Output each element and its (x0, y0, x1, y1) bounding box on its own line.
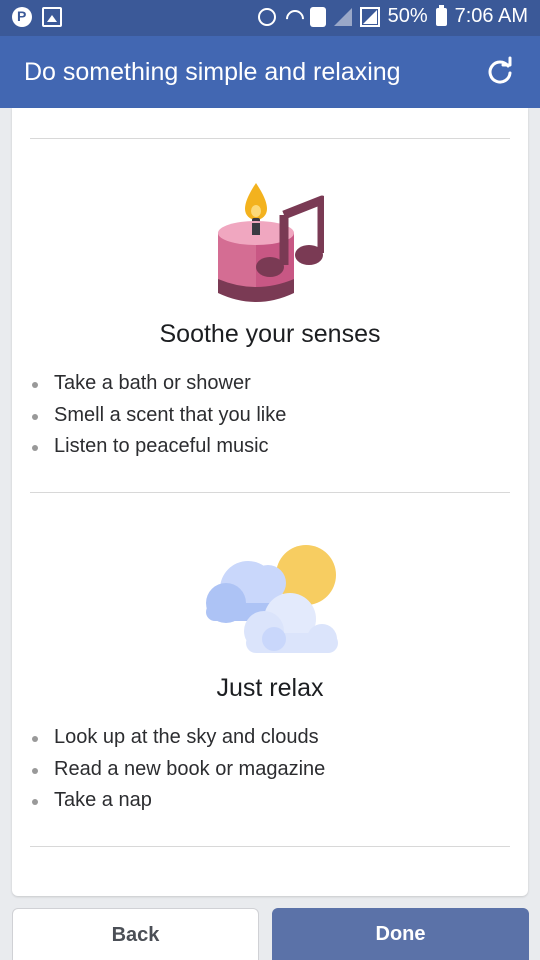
pinterest-icon (12, 7, 32, 27)
section-title: Soothe your senses (159, 320, 381, 348)
candle-music-icon (218, 183, 324, 302)
content-card: Soothe your senses Take a bath or shower… (12, 108, 528, 896)
gallery-icon (42, 7, 62, 27)
refresh-button[interactable] (484, 56, 516, 88)
list-item: Take a bath or shower (30, 368, 286, 400)
list-item: Listen to peaceful music (30, 431, 286, 463)
list-item: Smell a scent that you like (30, 400, 286, 432)
list-item: Look up at the sky and clouds (30, 722, 325, 754)
status-bar: 50% 7:06 AM (0, 0, 540, 36)
phone-icon (309, 6, 326, 27)
battery-percent: 50% (387, 5, 428, 27)
list-item: Take a nap (30, 785, 325, 817)
battery-icon (435, 4, 447, 26)
sun-clouds-icon (206, 545, 338, 653)
divider (30, 492, 510, 493)
done-button[interactable]: Done (272, 908, 529, 960)
clock: 7:06 AM (454, 5, 528, 27)
tips-list: Look up at the sky and clouds Read a new… (30, 722, 325, 817)
page-title: Do something simple and relaxing (24, 58, 401, 86)
section-title: Just relax (216, 674, 324, 702)
refresh-icon (488, 56, 512, 84)
back-button[interactable]: Back (12, 908, 259, 960)
divider (30, 138, 510, 139)
wifi-icon (284, 8, 302, 26)
divider (30, 846, 510, 847)
alarm-icon (257, 7, 276, 26)
list-item: Read a new book or magazine (30, 754, 325, 786)
signal-icon (333, 7, 352, 26)
app-bar: Do something simple and relaxing (0, 36, 540, 108)
signal-box-icon (359, 6, 380, 27)
tips-list: Take a bath or shower Smell a scent that… (30, 368, 286, 463)
